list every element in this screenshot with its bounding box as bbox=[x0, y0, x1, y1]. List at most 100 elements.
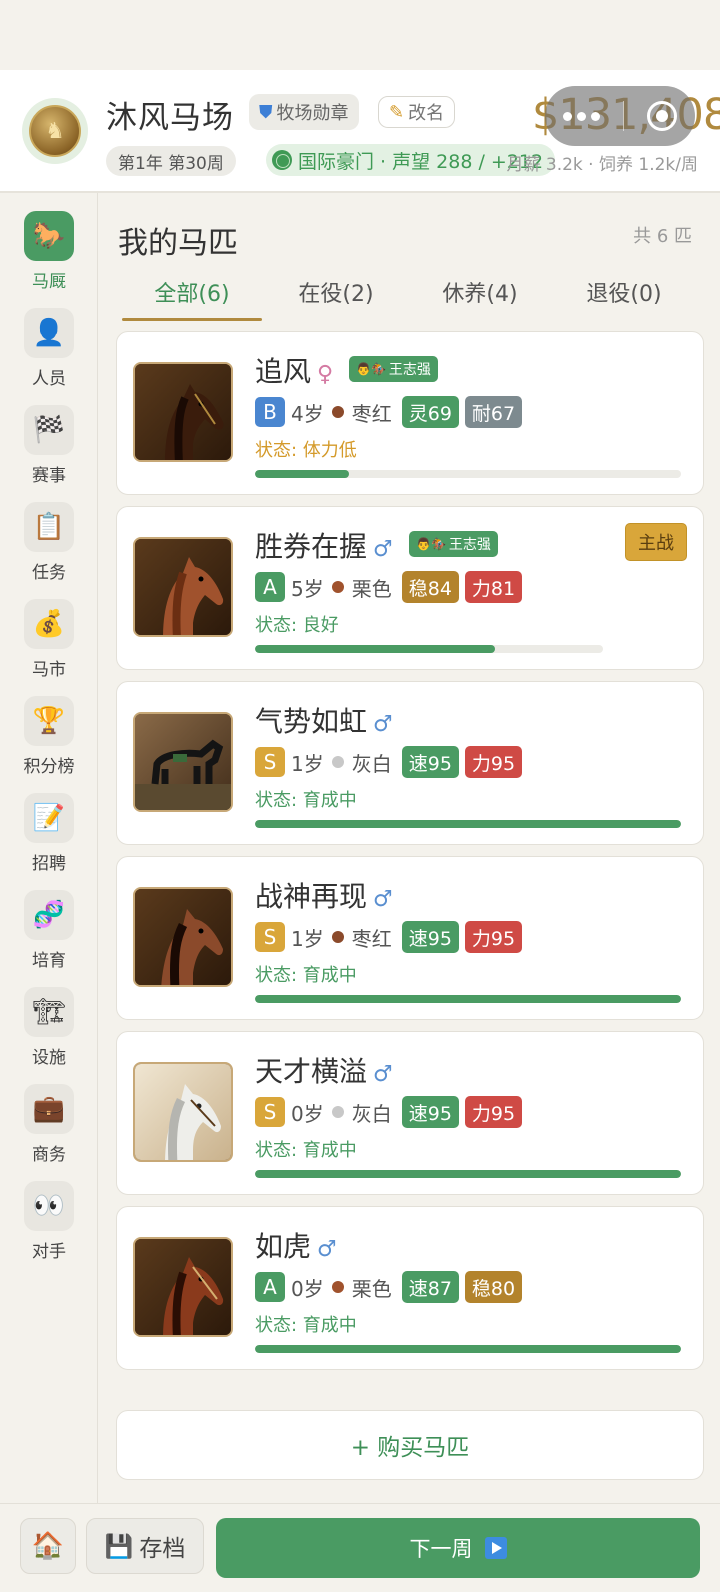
coat-color-dot bbox=[331, 931, 344, 943]
horse-info-row: S 0岁 灰白 速95 力95 bbox=[255, 1096, 523, 1128]
page-title: 我的马匹 bbox=[118, 226, 238, 261]
stamina-bar bbox=[255, 470, 681, 478]
sidebar-item-0[interactable]: 🐎 马厩 bbox=[0, 211, 98, 303]
sidebar-item-5[interactable]: 🏆 积分榜 bbox=[0, 696, 98, 788]
trainer-icon: 👨🏇 bbox=[356, 362, 386, 376]
floppy-disk-icon: 💾 bbox=[104, 1533, 134, 1560]
horse-card[interactable]: 胜券在握 ♂ 👨🏇 王志强 主战 A 5岁 栗色 稳84 力81 状态: 良好 bbox=[116, 506, 704, 670]
rename-button[interactable]: ✎ 改名 bbox=[378, 96, 456, 128]
stamina-bar bbox=[255, 1170, 681, 1178]
horse-name-row: 天才横溢 ♂ bbox=[255, 1050, 393, 1090]
horse-name: 胜券在握 bbox=[255, 530, 368, 563]
sidebar-item-9[interactable]: 💼 商务 bbox=[0, 1084, 98, 1176]
horse-name-row: 战神再现 ♂ bbox=[255, 875, 393, 915]
finance-summary: 月薪 3.2k · 饲养 1.2k/周 bbox=[506, 155, 698, 175]
horse-name-row: 气势如虹 ♂ bbox=[255, 700, 393, 740]
tab-1[interactable]: 在役(2) bbox=[266, 276, 406, 316]
home-button[interactable]: 🏠 bbox=[20, 1518, 76, 1574]
tab-3[interactable]: 退役(0) bbox=[554, 276, 694, 316]
sidebar-item-label: 培育 bbox=[32, 951, 66, 971]
horse-name-row: 胜券在握 ♂ bbox=[255, 525, 393, 565]
more-options-icon[interactable] bbox=[563, 111, 600, 121]
horse-card[interactable]: 天才横溢 ♂ S 0岁 灰白 速95 力95 状态: 育成中 bbox=[116, 1031, 704, 1195]
horse-info-row: S 1岁 灰白 速95 力95 bbox=[255, 746, 523, 778]
stamina-bar-fill bbox=[255, 995, 681, 1003]
horse-coat: 栗色 bbox=[351, 576, 392, 601]
stat-badge: 力81 bbox=[464, 571, 523, 603]
male-icon: ♂ bbox=[373, 1062, 393, 1087]
stamina-bar-fill bbox=[255, 1345, 681, 1353]
sidebar-item-label: 马厩 bbox=[32, 272, 66, 292]
sidebar-item-1[interactable]: 👤 人员 bbox=[0, 308, 98, 400]
coat-color-dot bbox=[331, 406, 344, 418]
stat-badge: 速95 bbox=[401, 921, 459, 953]
horse-card[interactable]: 战神再现 ♂ S 1岁 枣红 速95 力95 状态: 育成中 bbox=[116, 856, 704, 1020]
crane-icon: 🏗 bbox=[24, 987, 74, 1037]
horse-card[interactable]: 追风 ♀ 👨🏇 王志强 B 4岁 枣红 灵69 耐67 状态: 体力低 bbox=[116, 331, 704, 495]
memo-icon: 📝 bbox=[24, 793, 74, 843]
sidebar-item-7[interactable]: 🧬 培育 bbox=[0, 890, 98, 982]
horse-portrait bbox=[133, 362, 233, 462]
capsule-divider bbox=[622, 101, 625, 131]
horse-status: 状态: 体力低 bbox=[255, 440, 357, 461]
trainer-badge[interactable]: 👨🏇 王志强 bbox=[409, 531, 498, 557]
trophy-icon: 🏆 bbox=[24, 696, 74, 746]
horse-portrait bbox=[133, 537, 233, 637]
pencil-icon: ✎ bbox=[389, 101, 405, 123]
horse-name: 气势如虹 bbox=[255, 705, 368, 738]
stamina-bar bbox=[255, 995, 681, 1003]
stat-badge: 速95 bbox=[401, 1096, 459, 1128]
close-miniapp-icon[interactable] bbox=[647, 101, 677, 131]
horse-icon: 🐎 bbox=[24, 211, 74, 261]
rename-label: 改名 bbox=[408, 103, 445, 124]
stat-badge: 力95 bbox=[464, 921, 523, 953]
next-week-label: 下一周 bbox=[409, 1537, 473, 1561]
sidebar-item-4[interactable]: 💰 马市 bbox=[0, 599, 98, 691]
sidebar-item-6[interactable]: 📝 招聘 bbox=[0, 793, 98, 885]
horse-age: 5岁 bbox=[291, 576, 324, 601]
next-week-button[interactable]: 下一周 bbox=[216, 1518, 700, 1578]
horse-name: 战神再现 bbox=[255, 880, 368, 913]
briefcase-icon: 💼 bbox=[24, 1084, 74, 1134]
horse-name: 天才横溢 bbox=[255, 1055, 368, 1088]
female-icon: ♀ bbox=[317, 362, 334, 387]
sidebar: 🐎 马厩 👤 人员 🏁 赛事 📋 任务 💰 马市 🏆 积分榜 📝 招聘 🧬 培育 🏗 设施 💼 商务 👀 对手 bbox=[0, 193, 98, 1503]
sidebar-item-3[interactable]: 📋 任务 bbox=[0, 502, 98, 594]
sidebar-item-label: 设施 bbox=[32, 1048, 66, 1068]
money-bag-icon: 💰 bbox=[24, 599, 74, 649]
buy-horse-button[interactable]: + 购买马匹 bbox=[116, 1410, 704, 1480]
stamina-bar bbox=[255, 820, 681, 828]
male-icon: ♂ bbox=[373, 537, 393, 562]
trainer-badge[interactable]: 👨🏇 王志强 bbox=[349, 356, 438, 382]
grade-badge: S bbox=[255, 747, 285, 777]
stamina-bar bbox=[255, 645, 603, 653]
save-button[interactable]: 💾 存档 bbox=[86, 1518, 204, 1574]
tab-0[interactable]: 全部(6) bbox=[122, 276, 262, 316]
play-icon bbox=[484, 1537, 507, 1559]
sidebar-item-label: 商务 bbox=[32, 1145, 66, 1165]
horse-coat: 枣红 bbox=[351, 926, 392, 951]
horse-name: 如虎 bbox=[255, 1230, 312, 1263]
ranch-medal-label: 牧场勋章 bbox=[276, 103, 349, 124]
horse-card[interactable]: 气势如虹 ♂ S 1岁 灰白 速95 力95 状态: 育成中 bbox=[116, 681, 704, 845]
sidebar-item-2[interactable]: 🏁 赛事 bbox=[0, 405, 98, 497]
sidebar-item-label: 招聘 bbox=[32, 854, 66, 874]
horse-status: 状态: 育成中 bbox=[255, 965, 357, 986]
horse-status: 状态: 育成中 bbox=[255, 1140, 357, 1161]
horse-portrait bbox=[133, 1062, 233, 1162]
week-indicator: 第1年 第30周 bbox=[106, 146, 236, 176]
grade-badge: A bbox=[255, 572, 285, 602]
top-strip bbox=[0, 0, 720, 70]
stat-badge: 稳80 bbox=[464, 1271, 523, 1303]
tab-2[interactable]: 休养(4) bbox=[410, 276, 550, 316]
horse-name-row: 如虎 ♂ bbox=[255, 1225, 337, 1265]
sidebar-item-8[interactable]: 🏗 设施 bbox=[0, 987, 98, 1079]
stat-badge: 力95 bbox=[464, 746, 523, 778]
ranch-logo[interactable]: ♞ bbox=[22, 98, 88, 164]
trainer-name: 王志强 bbox=[388, 362, 431, 378]
ranch-medal-button[interactable]: ⛊ 牧场勋章 bbox=[249, 94, 359, 130]
dna-icon: 🧬 bbox=[24, 890, 74, 940]
horse-card[interactable]: 如虎 ♂ A 0岁 栗色 速87 稳80 状态: 育成中 bbox=[116, 1206, 704, 1370]
sidebar-item-label: 人员 bbox=[32, 369, 66, 389]
sidebar-item-10[interactable]: 👀 对手 bbox=[0, 1181, 98, 1273]
